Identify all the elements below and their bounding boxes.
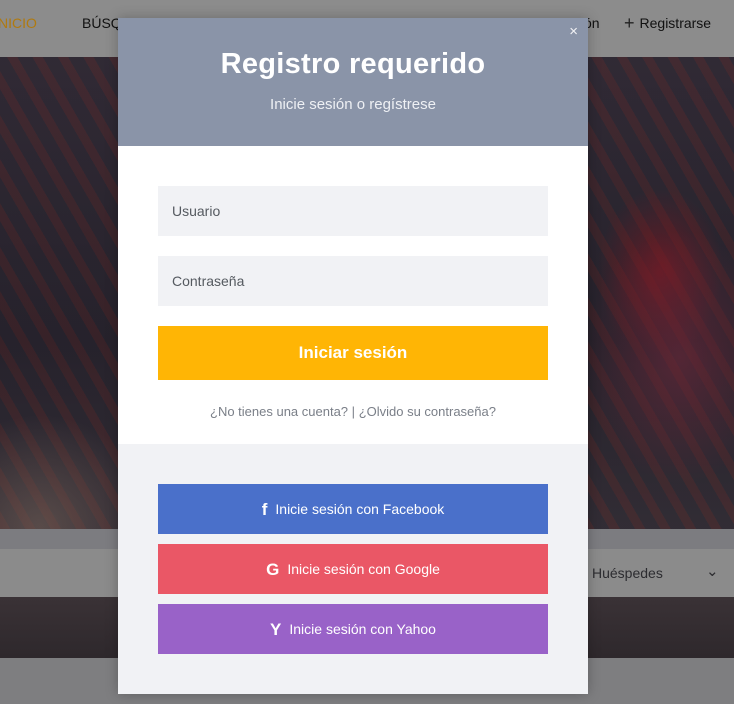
- register-link[interactable]: ¿No tienes una cuenta?: [210, 404, 348, 419]
- modal-subtitle: Inicie sesión o regístrese: [270, 96, 436, 113]
- modal-title: Registro requerido: [220, 48, 486, 80]
- username-input[interactable]: [158, 186, 548, 236]
- forgot-password-link[interactable]: ¿Olvido su contraseña?: [359, 404, 496, 419]
- facebook-icon: f: [261, 499, 268, 519]
- yahoo-icon: Y: [270, 619, 282, 639]
- close-icon[interactable]: ×: [569, 23, 578, 40]
- chevron-down-icon: ⌄: [706, 563, 719, 580]
- google-icon: G: [266, 559, 280, 579]
- nav-register-label: Registrarse: [639, 15, 712, 31]
- password-input[interactable]: [158, 256, 548, 306]
- social-login-section: f Inicie sesión con Facebook G Inicie se…: [118, 444, 588, 694]
- yahoo-login-button[interactable]: Y Inicie sesión con Yahoo: [158, 604, 548, 654]
- login-modal: × Registro requerido Inicie sesión o reg…: [118, 18, 588, 694]
- nav-link-home[interactable]: NICIO: [0, 15, 37, 31]
- account-links: ¿No tienes una cuenta? | ¿Olvido su cont…: [118, 404, 588, 419]
- nav-link-search[interactable]: BÚSQ: [82, 15, 122, 31]
- guests-select[interactable]: Huéspedes: [592, 565, 663, 581]
- nav-link-register[interactable]: + Registrarse: [624, 13, 712, 33]
- link-separator: |: [351, 404, 356, 419]
- facebook-login-button[interactable]: f Inicie sesión con Facebook: [158, 484, 548, 534]
- modal-header: × Registro requerido Inicie sesión o reg…: [118, 18, 588, 146]
- plus-icon: +: [624, 13, 635, 33]
- google-login-label: Inicie sesión con Google: [287, 561, 440, 577]
- facebook-login-label: Inicie sesión con Facebook: [275, 501, 445, 517]
- login-button[interactable]: Iniciar sesión: [158, 326, 548, 380]
- yahoo-login-label: Inicie sesión con Yahoo: [289, 621, 436, 637]
- google-login-button[interactable]: G Inicie sesión con Google: [158, 544, 548, 594]
